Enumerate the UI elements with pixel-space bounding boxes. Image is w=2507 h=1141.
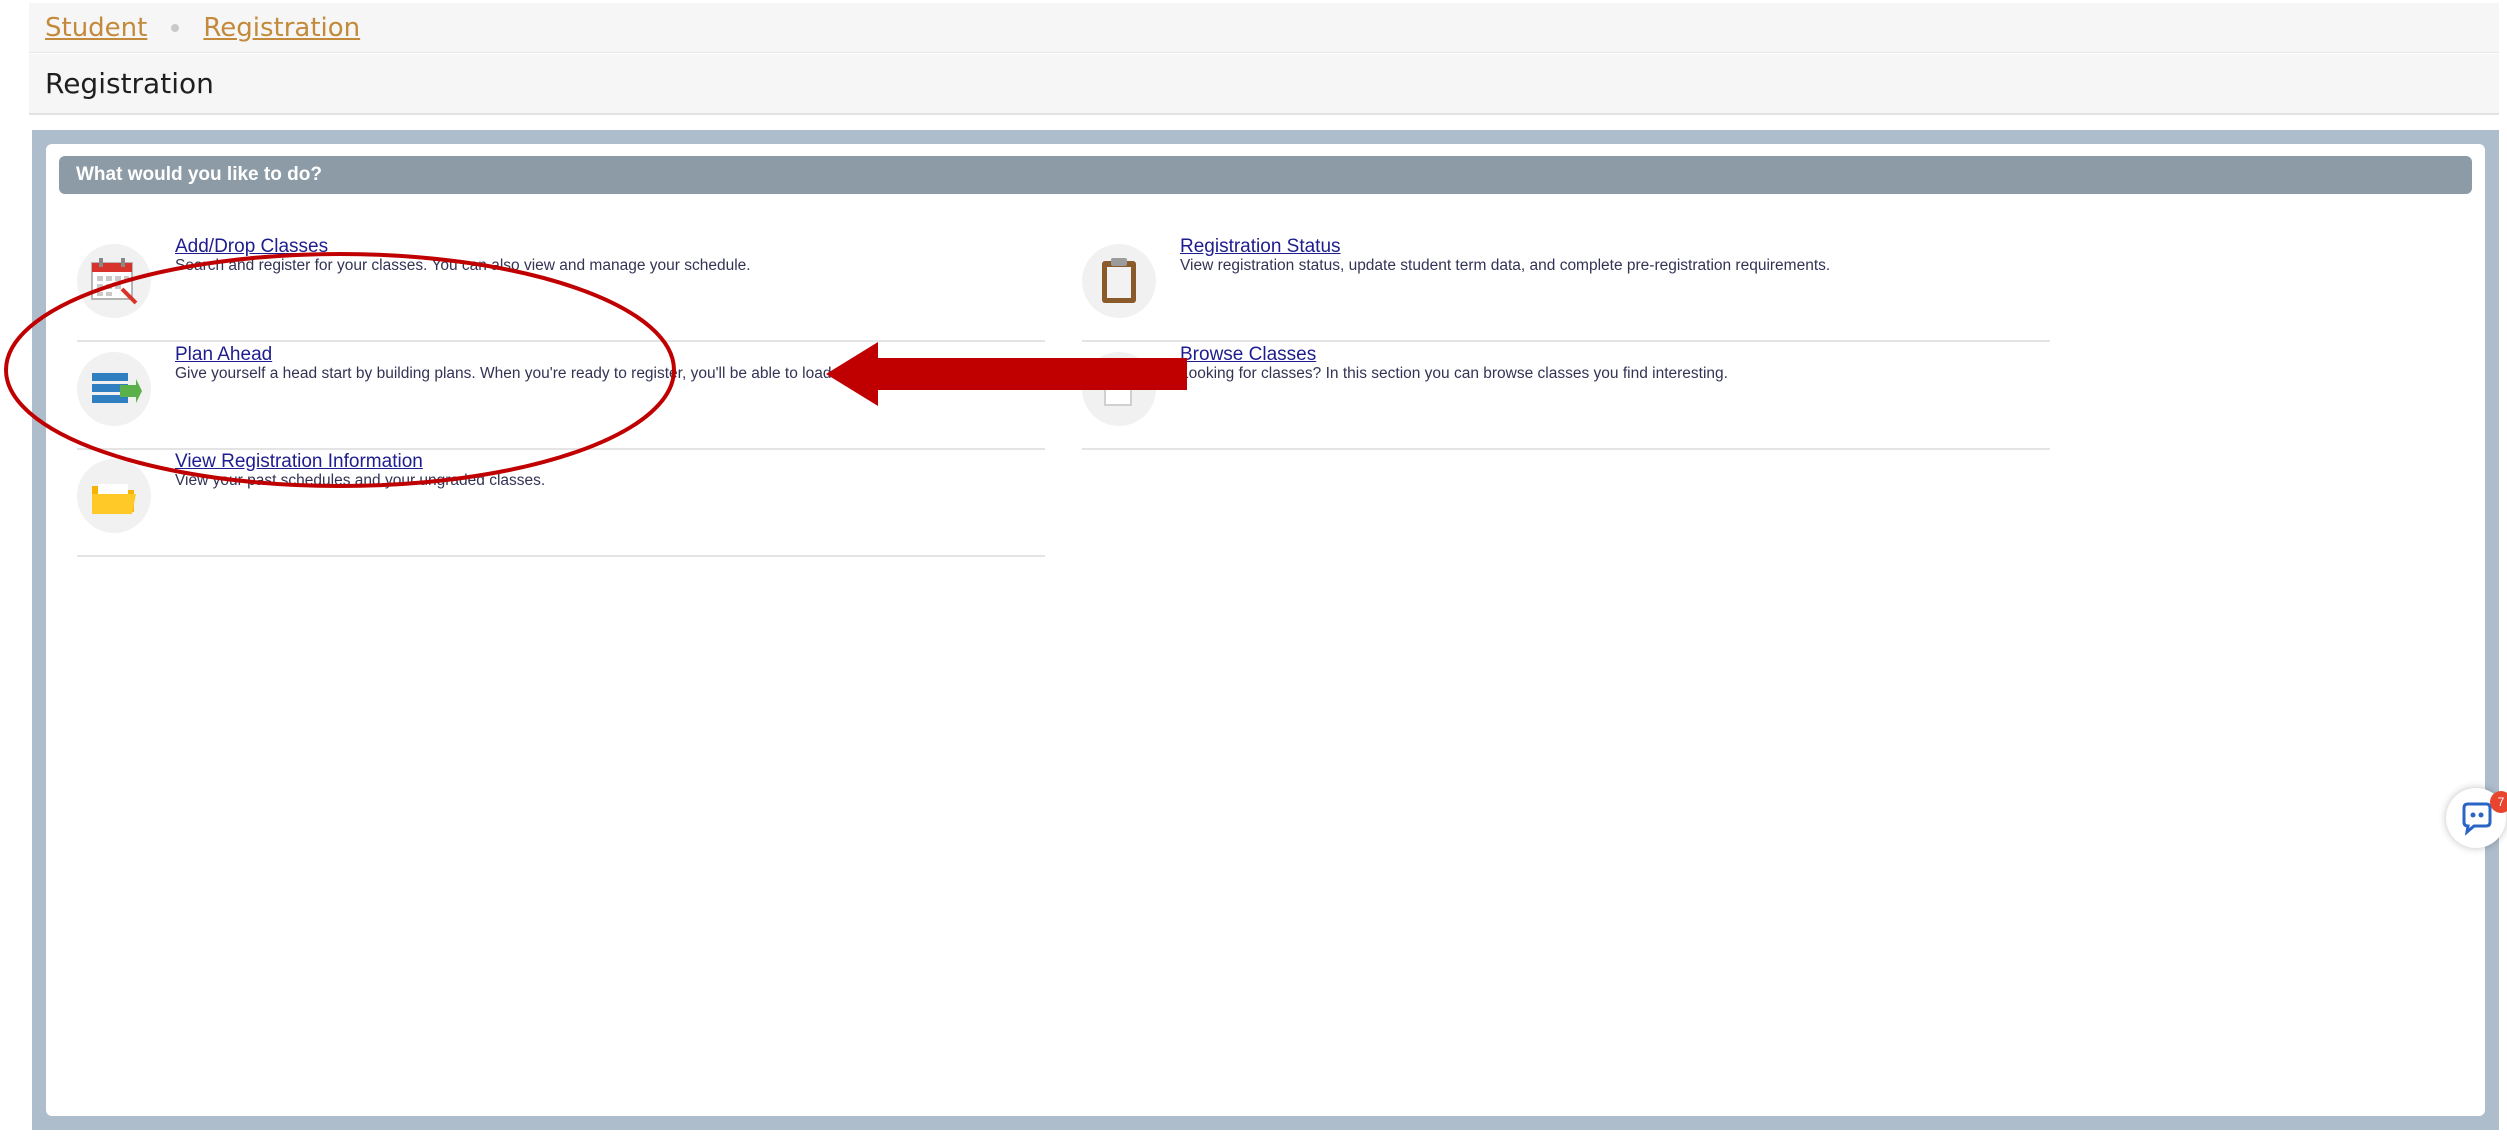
action-plan-ahead: Plan Ahead Give yourself a head start by… [77, 344, 1045, 450]
action-view-registration-information: View Registration Information View your … [77, 451, 1045, 557]
plan-ahead-description: Give yourself a head start by building p… [175, 365, 849, 382]
registration-frame: What would you like to do? Add/Drop Clas… [32, 130, 2499, 1130]
calendar-icon [77, 244, 151, 318]
breadcrumb-separator [171, 23, 180, 32]
action-add-drop-classes: Add/Drop Classes Search and register for… [77, 236, 1045, 342]
action-registration-status: Registration Status View registration st… [1082, 236, 2050, 342]
browse-classes-link[interactable]: Browse Classes [1180, 344, 1316, 366]
folder-icon [77, 459, 151, 533]
plan-list-icon [77, 352, 151, 426]
breadcrumb: Student Registration [29, 3, 2499, 53]
chat-notification-badge: 7 [2490, 791, 2507, 813]
breadcrumb-registration-link[interactable]: Registration [203, 13, 360, 43]
browse-classes-description: Looking for classes? In this section you… [1180, 365, 1728, 382]
registration-status-link[interactable]: Registration Status [1180, 236, 1341, 258]
action-browse-classes: Browse Classes Looking for classes? In t… [1082, 344, 2050, 450]
breadcrumb-student-link[interactable]: Student [45, 13, 147, 43]
document-icon [1082, 352, 1156, 426]
add-drop-classes-description: Search and register for your classes. Yo… [175, 257, 751, 274]
clipboard-icon [1082, 244, 1156, 318]
view-registration-information-description: View your past schedules and your ungrad… [175, 472, 546, 489]
add-drop-classes-link[interactable]: Add/Drop Classes [175, 236, 328, 258]
page-title: Registration [45, 67, 214, 100]
registration-panel: What would you like to do? Add/Drop Clas… [46, 144, 2485, 1116]
page-title-bar: Registration [29, 54, 2499, 115]
panel-header: What would you like to do? [59, 156, 2472, 194]
plan-ahead-link[interactable]: Plan Ahead [175, 344, 272, 366]
registration-status-description: View registration status, update student… [1180, 257, 1831, 274]
view-registration-information-link[interactable]: View Registration Information [175, 451, 423, 473]
